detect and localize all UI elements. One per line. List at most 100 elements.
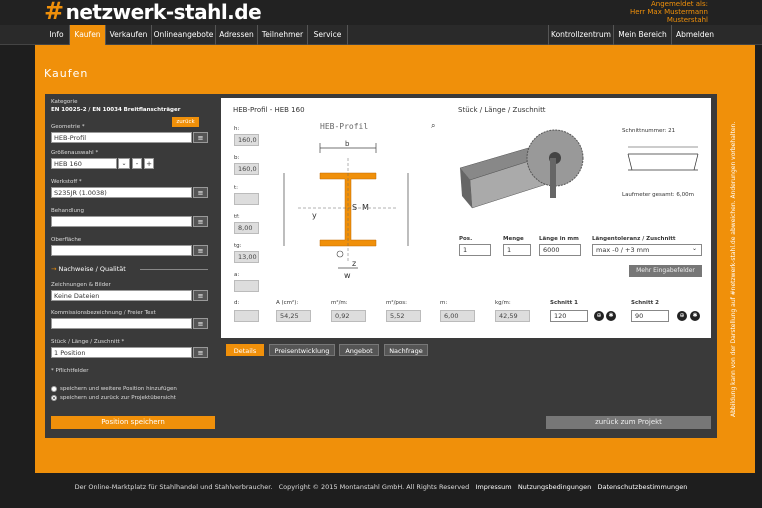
saw-beam-illustration — [459, 129, 584, 209]
dim-w-label: w — [344, 271, 351, 280]
cut1-input[interactable]: 120 — [550, 310, 588, 322]
more-fields-button[interactable]: Mehr Eingabefelder — [629, 265, 702, 277]
prop-label: m²/m: — [331, 300, 348, 306]
plus-icon[interactable]: + — [144, 158, 154, 169]
user-info: Angemeldet als: Herr Max Mustermann Must… — [630, 0, 708, 24]
dim-b-label: b — [345, 140, 350, 148]
commission-list-icon[interactable]: ≡ — [193, 318, 208, 329]
logo-hash: # — [44, 0, 64, 25]
treatment-field[interactable] — [51, 216, 192, 227]
main-nav: Info Kaufen Verkaufen Onlineangebote Adr… — [0, 25, 762, 45]
section-heading: → Nachweise / Qualität — [51, 265, 126, 273]
nav-info[interactable]: Info — [44, 25, 70, 45]
surface-field[interactable] — [51, 245, 192, 256]
cut1-saw-icon[interactable]: ✱ — [606, 311, 616, 321]
site-logo[interactable]: # netzwerk-stahl.de — [44, 0, 262, 25]
cut2-saw-icon[interactable]: ✱ — [690, 311, 700, 321]
pieces-list-icon[interactable]: ≡ — [193, 347, 208, 358]
chevron-down-icon[interactable]: ⌄ — [118, 158, 130, 169]
pos-label: Pos. — [459, 236, 473, 242]
nav-onlineangebote[interactable]: Onlineangebote — [152, 25, 216, 45]
cut2-label: Schnitt 2 — [631, 300, 659, 306]
prop-value: 5,52 — [386, 310, 421, 322]
tg-value: 13,00 — [234, 251, 259, 263]
prop-label: m: — [440, 300, 448, 306]
drawings-label: Zeichnungen & Bilder — [51, 282, 111, 288]
nav-mein-bereich[interactable]: Mein Bereich — [614, 25, 672, 45]
b-label: b: — [234, 155, 240, 161]
dim-y-label: y — [312, 211, 317, 220]
geometry-field[interactable]: HEB-Profil — [51, 132, 192, 143]
radio-back-overview-label: speichern und zurück zur Projektübersich… — [60, 395, 176, 401]
nav-adressen[interactable]: Adressen — [216, 25, 258, 45]
back-button[interactable]: zurück — [172, 117, 199, 127]
pos-input[interactable]: 1 — [459, 244, 491, 256]
footer: Der Online-Marktplatz für Stahlhandel un… — [0, 480, 762, 494]
surface-list-icon[interactable]: ≡ — [193, 245, 208, 256]
cut-number: Schnittnummer: 21 — [622, 128, 676, 134]
tab-nachfrage[interactable]: Nachfrage — [384, 344, 428, 356]
geometry-list-icon[interactable]: ≡ — [193, 132, 208, 143]
tf-value: 8,00 — [234, 222, 259, 234]
zoom-icon[interactable]: ⌕ — [431, 121, 441, 131]
h-value: 160,0 — [234, 134, 259, 146]
t1-label: t: — [234, 185, 239, 191]
footer-link-impressum[interactable]: Impressum — [475, 483, 511, 491]
b-value: 160,0 — [234, 163, 259, 175]
tab-preisentwicklung[interactable]: Preisentwicklung — [269, 344, 335, 356]
cut2-input[interactable]: 90 — [631, 310, 669, 322]
prop-value — [234, 310, 259, 322]
footer-tagline: Der Online-Marktplatz für Stahlhandel un… — [74, 483, 273, 491]
dim-m-label: M — [362, 203, 369, 212]
pieces-field[interactable]: 1 Position — [51, 347, 192, 358]
nav-verkaufen[interactable]: Verkaufen — [106, 25, 152, 45]
material-label: Werkstoff * — [51, 179, 82, 185]
back-to-project-button[interactable]: zurück zum Projekt — [546, 416, 711, 429]
radio-add-position-label: speichern und weitere Position hinzufüge… — [60, 386, 177, 392]
prop-value: 54,25 — [276, 310, 311, 322]
tg-label: tg: — [234, 243, 242, 249]
material-list-icon[interactable]: ≡ — [193, 187, 208, 198]
save-position-button[interactable]: Position speichern — [51, 416, 215, 429]
treatment-list-icon[interactable]: ≡ — [193, 216, 208, 227]
radio-add-position[interactable] — [51, 386, 57, 392]
material-field[interactable]: S235JR (1.0038) — [51, 187, 192, 198]
minus-icon[interactable]: - — [132, 158, 142, 169]
pieces-label: Stück / Länge / Zuschnitt * — [51, 339, 125, 345]
prop-value: 42,59 — [495, 310, 530, 322]
nav-kontrollzentrum[interactable]: Kontrollzentrum — [548, 25, 614, 45]
footer-link-datenschutz[interactable]: Datenschutzbestimmungen — [598, 483, 688, 491]
cut1-mode-icon[interactable]: ⊕ — [594, 311, 604, 321]
drawings-field[interactable]: Keine Dateien — [51, 290, 192, 301]
radio-back-overview[interactable] — [51, 395, 57, 401]
nav-kaufen[interactable]: Kaufen — [70, 25, 106, 45]
footer-copyright: Copyright © 2015 Montanstahl GmbH. All R… — [278, 483, 470, 491]
tolerance-select[interactable]: max -0 / +3 mm — [592, 244, 702, 256]
commission-label: Kommissionsbezeichnung / Freier Text — [51, 310, 156, 316]
dim-z-label: z — [352, 259, 356, 268]
cut2-mode-icon[interactable]: ⊕ — [677, 311, 687, 321]
nav-teilnehmer[interactable]: Teilnehmer — [258, 25, 308, 45]
prop-label: d: — [234, 300, 240, 306]
commission-field[interactable] — [51, 318, 192, 329]
h-label: h: — [234, 126, 240, 132]
qty-input[interactable]: 1 — [503, 244, 531, 256]
length-label: Länge in mm — [539, 236, 579, 242]
cut1-label: Schnitt 1 — [550, 300, 578, 306]
category-label: Kategorie — [51, 99, 78, 105]
drawings-list-icon[interactable]: ≡ — [193, 290, 208, 301]
tab-details[interactable]: Details — [226, 344, 264, 356]
arrow-right-icon: → — [51, 265, 59, 273]
user-info-line1: Angemeldet als: — [650, 0, 708, 8]
tab-angebot[interactable]: Angebot — [339, 344, 379, 356]
tolerance-label: Längentoleranz / Zuschnitt — [592, 236, 676, 242]
length-input[interactable]: 6000 — [539, 244, 581, 256]
nav-abmelden[interactable]: Abmelden — [672, 25, 718, 45]
footer-link-nutzungsbedingungen[interactable]: Nutzungsbedingungen — [518, 483, 591, 491]
size-select[interactable]: HEB 160 — [51, 158, 117, 169]
prop-label: A (cm²): — [276, 300, 299, 306]
a-label: a: — [234, 272, 240, 278]
dim-s-label: S — [352, 203, 357, 212]
nav-service[interactable]: Service — [308, 25, 348, 45]
page-title: Kaufen — [44, 67, 89, 80]
